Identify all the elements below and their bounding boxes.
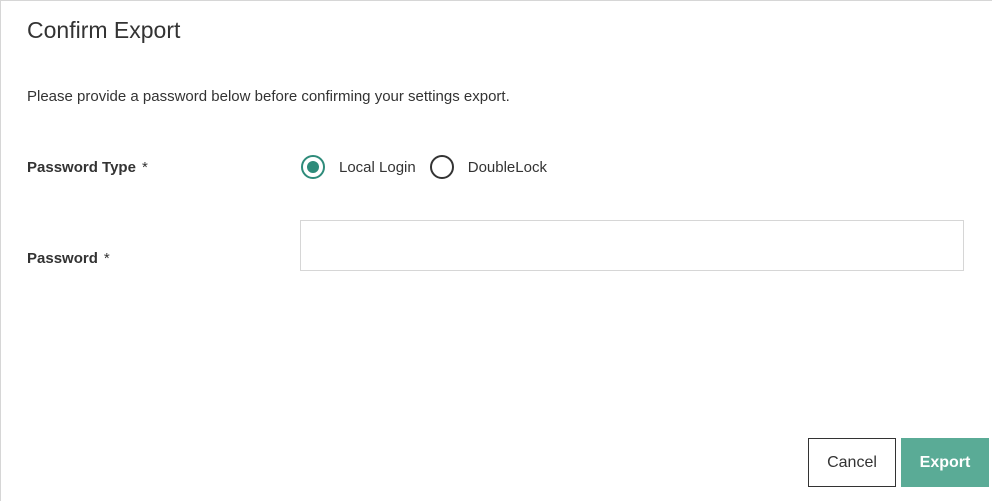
confirm-export-dialog: Confirm Export Please provide a password… <box>0 0 992 501</box>
password-label: Password * <box>27 250 110 267</box>
radio-selected-icon[interactable] <box>301 155 325 179</box>
required-marker: * <box>141 159 148 176</box>
password-label-text: Password <box>27 250 98 267</box>
radio-unselected-icon[interactable] <box>429 155 454 179</box>
password-type-radio-group: Local Login DoubleLock <box>301 152 561 182</box>
dialog-title: Confirm Export <box>27 17 181 43</box>
radio-option-local-login[interactable]: Local Login <box>301 155 416 179</box>
radio-label-doublelock[interactable]: DoubleLock <box>468 159 547 176</box>
radio-label-local-login[interactable]: Local Login <box>339 159 416 176</box>
cancel-button[interactable]: Cancel <box>808 438 896 487</box>
password-input[interactable] <box>300 220 964 271</box>
dialog-description: Please provide a password below before c… <box>27 88 510 105</box>
password-type-label-text: Password Type <box>27 159 136 176</box>
export-button[interactable]: Export <box>901 438 989 487</box>
radio-option-doublelock[interactable]: DoubleLock <box>429 155 547 179</box>
required-marker: * <box>103 250 110 267</box>
password-type-label: Password Type * <box>27 159 148 176</box>
radio-dot <box>307 161 319 173</box>
